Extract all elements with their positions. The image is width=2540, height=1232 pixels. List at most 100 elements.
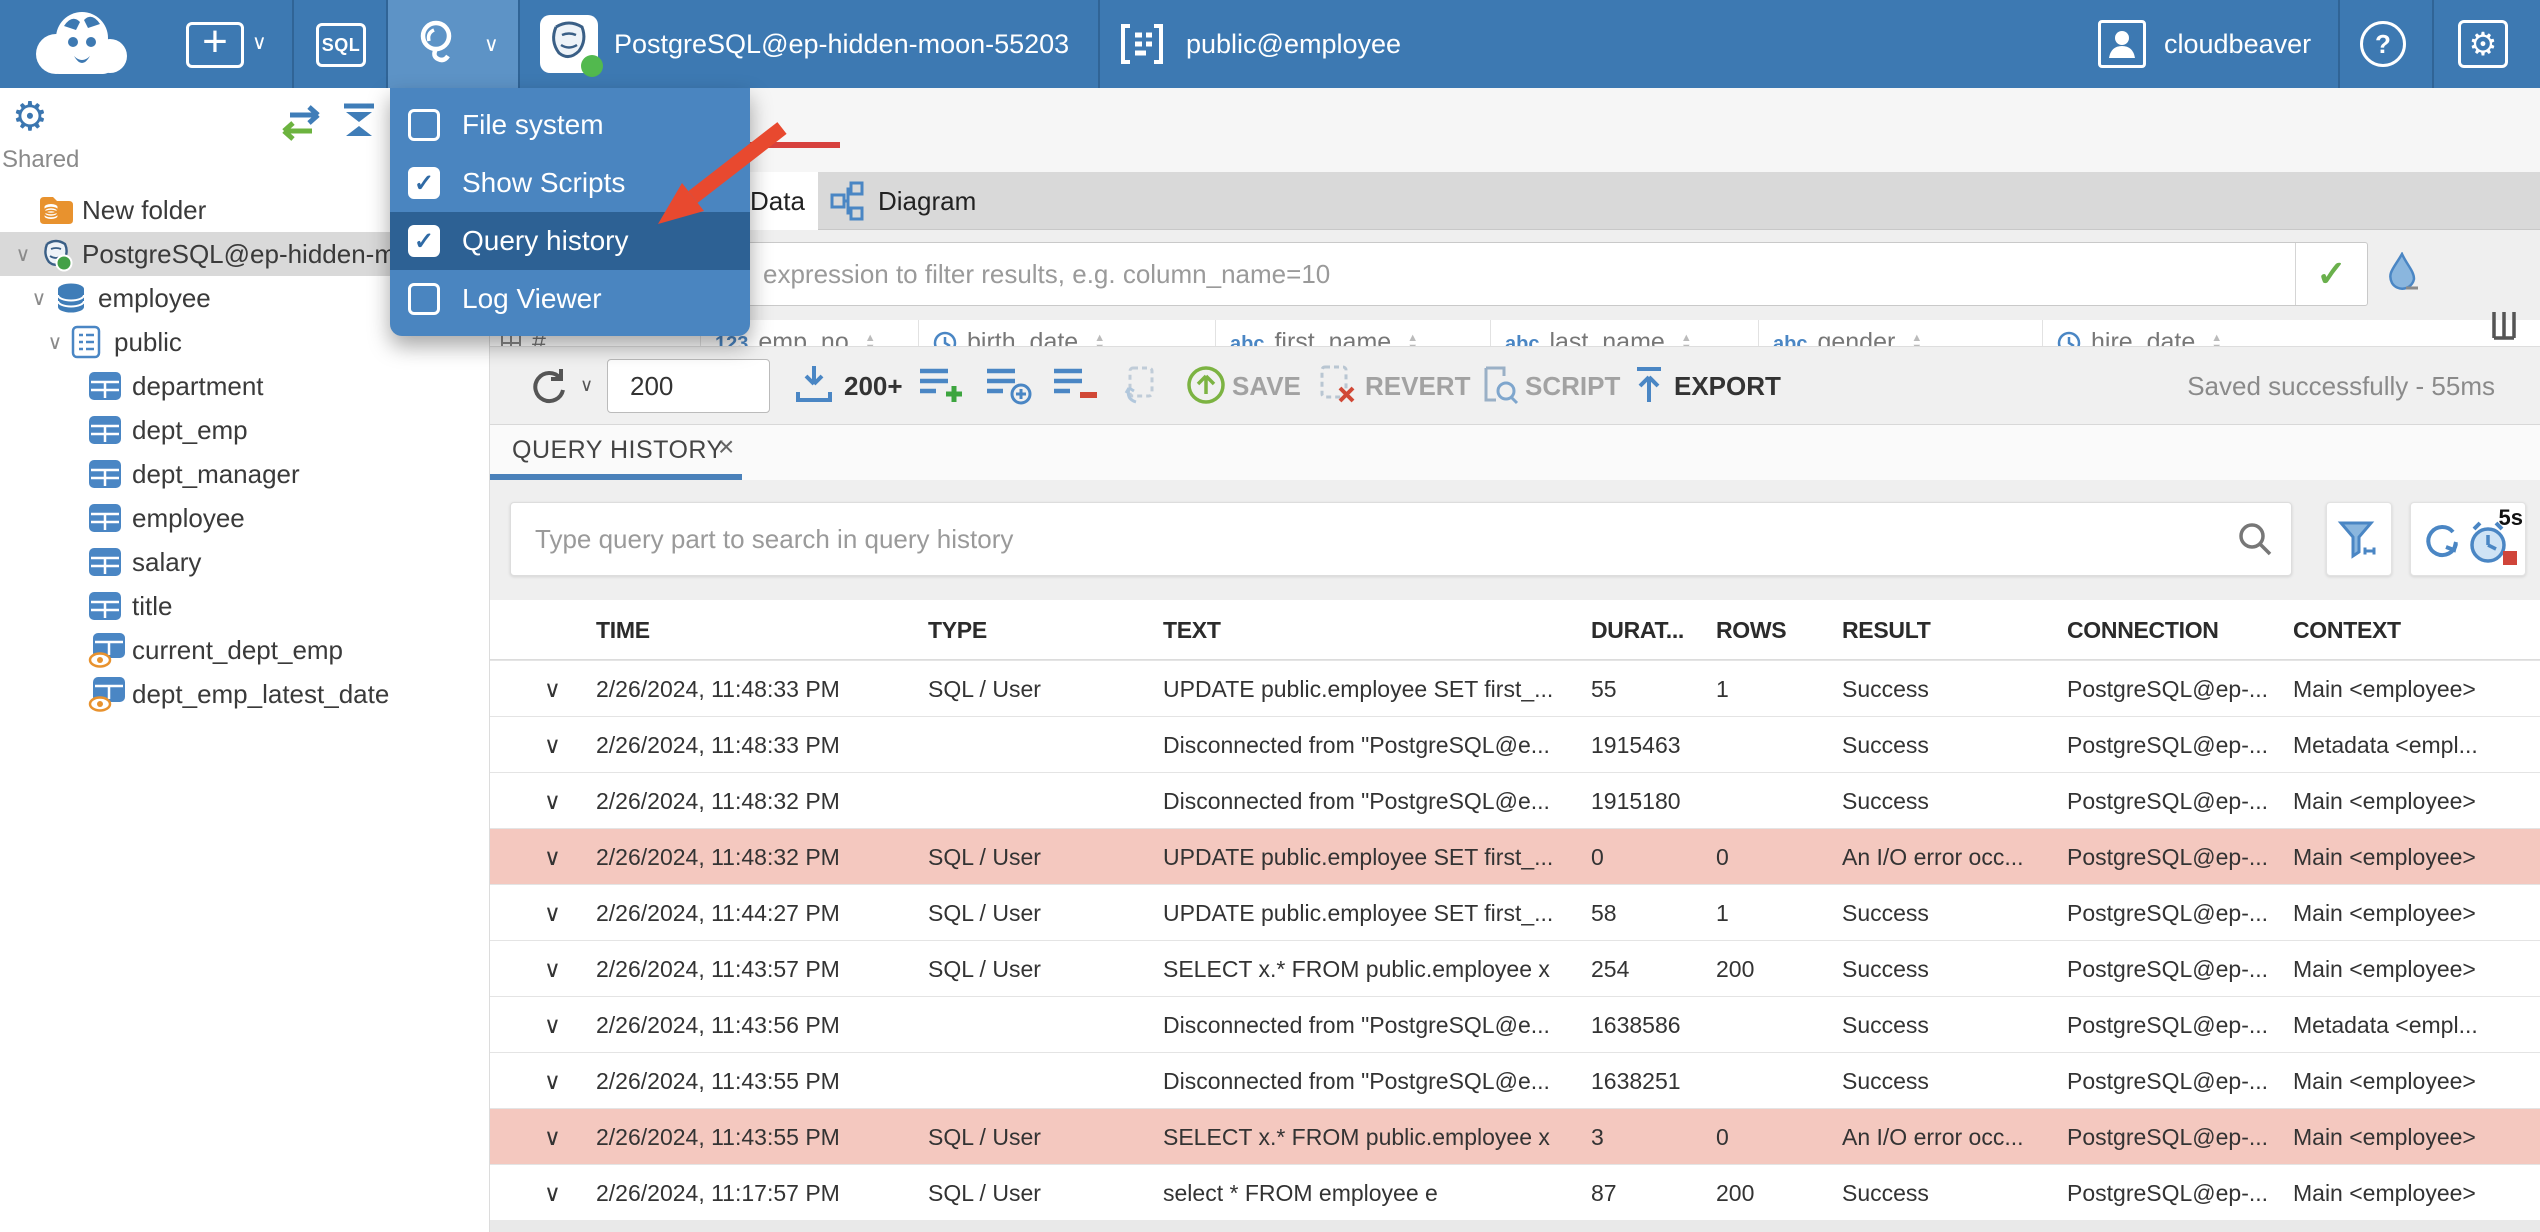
- navigator-settings-gear-icon[interactable]: ⚙: [12, 94, 48, 140]
- checkbox-icon[interactable]: ✓: [408, 225, 440, 257]
- history-row[interactable]: ∨ 2/26/2024, 11:48:33 PM Disconnected from…: [490, 716, 2540, 772]
- expand-chevron-icon[interactable]: ∨: [544, 1053, 561, 1109]
- column-header-rows[interactable]: ROWS: [1716, 600, 1787, 660]
- view-options-button[interactable]: ∨: [388, 0, 518, 88]
- user-avatar[interactable]: [2098, 20, 2146, 68]
- tab-diagram[interactable]: Diagram: [830, 172, 1050, 230]
- new-connection-button[interactable]: +: [186, 20, 244, 68]
- schema-selector[interactable]: public@employee: [1186, 0, 1401, 88]
- fetch-more-icon[interactable]: [792, 364, 836, 411]
- column-header-text[interactable]: TEXT: [1163, 600, 1221, 660]
- script-button[interactable]: SCRIPT: [1525, 347, 1620, 425]
- history-row[interactable]: ∨ 2/26/2024, 11:48:32 PM SQL / User UPDATE …: [490, 828, 2540, 884]
- expand-chevron-icon[interactable]: ∨: [544, 885, 561, 941]
- sidebar-item-dept-emp-latest-date[interactable]: ∨dept_emp_latest_date: [0, 672, 490, 716]
- expand-chevron-icon[interactable]: ∨: [544, 997, 561, 1053]
- grid-column-gender[interactable]: abc gender ▲▼: [1758, 320, 2042, 346]
- revert-icon[interactable]: [1318, 364, 1358, 411]
- checkbox-icon[interactable]: [408, 109, 440, 141]
- table-icon: [88, 415, 130, 445]
- checkbox-icon[interactable]: ✓: [408, 167, 440, 199]
- bottom-scroll-area[interactable]: [490, 1220, 2540, 1232]
- cloudbeaver-logo-icon[interactable]: [26, 6, 138, 87]
- grid-panels-icon[interactable]: [2488, 308, 2526, 351]
- sort-icon[interactable]: ▲▼: [1094, 333, 1105, 346]
- connection-name[interactable]: PostgreSQL@ep-hidden-moon-55203: [614, 0, 1069, 88]
- sort-icon[interactable]: ▲▼: [1407, 333, 1418, 346]
- history-row[interactable]: ∨ 2/26/2024, 11:43:55 PM SQL / User SELECT …: [490, 1108, 2540, 1164]
- script-icon[interactable]: [1478, 364, 1520, 411]
- sidebar-item-department[interactable]: ∨department: [0, 364, 490, 408]
- user-name[interactable]: cloudbeaver: [2164, 0, 2311, 88]
- history-row[interactable]: ∨ 2/26/2024, 11:48:32 PM Disconnected from…: [490, 772, 2540, 828]
- sort-icon[interactable]: ▲▼: [1681, 333, 1692, 346]
- apply-filter-button[interactable]: ✓: [2295, 243, 2367, 305]
- expand-chevron-icon[interactable]: ∨: [544, 1165, 561, 1221]
- sidebar-item-salary[interactable]: ∨salary: [0, 540, 490, 584]
- export-icon[interactable]: [1630, 364, 1668, 411]
- chevron-down-icon[interactable]: ∨: [8, 242, 38, 267]
- chevron-down-icon[interactable]: ∨: [580, 375, 593, 396]
- grid-column-birth-date[interactable]: birth_date ▲▼: [918, 320, 1215, 346]
- checkbox-icon[interactable]: [408, 283, 440, 315]
- revert-button[interactable]: REVERT: [1365, 347, 1470, 425]
- delete-row-icon[interactable]: [1052, 364, 1100, 411]
- add-row-icon[interactable]: [918, 364, 966, 411]
- fetch-size-input[interactable]: [607, 359, 770, 413]
- sql-editor-button[interactable]: SQL: [316, 23, 366, 67]
- duplicate-row-icon[interactable]: [985, 364, 1033, 411]
- query-history-tab[interactable]: QUERY HISTORY: [512, 425, 724, 475]
- settings-button[interactable]: ⚙: [2458, 20, 2508, 68]
- sidebar-item-employee[interactable]: ∨employee: [0, 496, 490, 540]
- save-button[interactable]: SAVE: [1232, 347, 1301, 425]
- grid-column-first-name[interactable]: abc first_name ▲▼: [1215, 320, 1490, 346]
- help-button[interactable]: ?: [2360, 21, 2406, 67]
- collapse-all-icon[interactable]: [338, 102, 380, 147]
- expand-chevron-icon[interactable]: ∨: [544, 773, 561, 829]
- sidebar-item-dept-emp[interactable]: ∨dept_emp: [0, 408, 490, 452]
- grid-column-last-name[interactable]: abc last_name ▲▼: [1490, 320, 1758, 346]
- cell-rows: 200: [1716, 956, 1755, 982]
- save-icon[interactable]: [1185, 364, 1227, 411]
- chevron-down-icon[interactable]: ∨: [40, 330, 70, 355]
- expand-chevron-icon[interactable]: ∨: [544, 1109, 561, 1165]
- column-header-result[interactable]: RESULT: [1842, 600, 1931, 660]
- column-header-time[interactable]: TIME: [596, 600, 650, 660]
- history-row[interactable]: ∨ 2/26/2024, 11:43:56 PM Disconnected from…: [490, 996, 2540, 1052]
- expand-chevron-icon[interactable]: ∨: [544, 661, 561, 717]
- clear-filter-button[interactable]: [2374, 246, 2430, 302]
- history-row[interactable]: ∨ 2/26/2024, 11:17:57 PM SQL / User select …: [490, 1164, 2540, 1220]
- history-search-input[interactable]: [511, 503, 2211, 575]
- history-row[interactable]: ∨ 2/26/2024, 11:43:55 PM Disconnected from…: [490, 1052, 2540, 1108]
- expand-chevron-icon[interactable]: ∨: [544, 717, 561, 773]
- filter-expression-input[interactable]: [501, 243, 2293, 305]
- fetch-more-label[interactable]: 200+: [844, 347, 903, 425]
- grid-column-hire-date[interactable]: hire_date ▲▼: [2042, 320, 2428, 346]
- sync-connection-icon[interactable]: [278, 104, 324, 147]
- history-row[interactable]: ∨ 2/26/2024, 11:43:57 PM SQL / User SELECT …: [490, 940, 2540, 996]
- sidebar-item-dept-manager[interactable]: ∨dept_manager: [0, 452, 490, 496]
- sort-icon[interactable]: ▲▼: [865, 333, 876, 346]
- history-row[interactable]: ∨ 2/26/2024, 11:44:27 PM SQL / User UPDATE …: [490, 884, 2540, 940]
- cell-context: Metadata <empl...: [2293, 732, 2478, 758]
- sort-icon[interactable]: ▲▼: [2211, 333, 2222, 346]
- expand-chevron-icon[interactable]: ∨: [544, 941, 561, 997]
- column-header-context[interactable]: CONTEXT: [2293, 600, 2401, 660]
- view-menu-item-log-viewer[interactable]: Log Viewer: [390, 270, 750, 328]
- refresh-icon[interactable]: [526, 364, 572, 415]
- column-header-duration[interactable]: DURAT...: [1591, 600, 1684, 660]
- column-header-type[interactable]: TYPE: [928, 600, 987, 660]
- close-icon[interactable]: ×: [718, 425, 734, 469]
- column-header-connection[interactable]: CONNECTION: [2067, 600, 2219, 660]
- history-row[interactable]: ∨ 2/26/2024, 11:48:33 PM SQL / User UPDATE …: [490, 660, 2540, 716]
- sidebar-item-title[interactable]: ∨title: [0, 584, 490, 628]
- sidebar-item-current-dept-emp[interactable]: ∨current_dept_emp: [0, 628, 490, 672]
- sort-icon[interactable]: ▲▼: [1911, 333, 1922, 346]
- export-button[interactable]: EXPORT: [1674, 347, 1781, 425]
- chevron-down-icon[interactable]: ∨: [24, 286, 54, 311]
- refresh-document-icon[interactable]: [1120, 364, 1164, 413]
- chevron-down-icon[interactable]: ∨: [252, 30, 267, 55]
- history-refresh-button[interactable]: 5s: [2410, 502, 2526, 576]
- expand-chevron-icon[interactable]: ∨: [544, 829, 561, 885]
- history-filter-button[interactable]: [2326, 502, 2392, 576]
